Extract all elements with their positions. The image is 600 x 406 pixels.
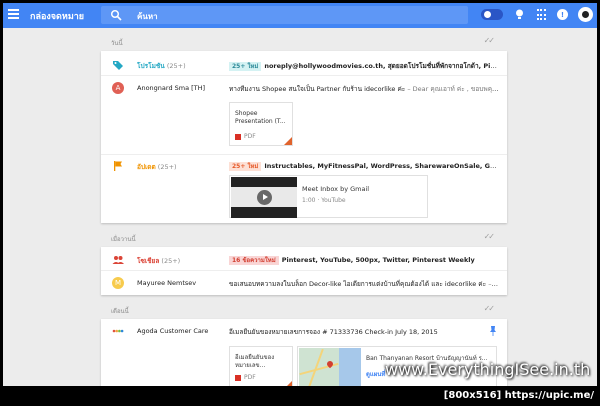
- count: (25+): [166, 62, 186, 70]
- done-all-icon[interactable]: ✓✓: [484, 304, 495, 313]
- notifications-icon[interactable]: !: [557, 9, 568, 20]
- bundle-card-today: โปรโมชัน (25+) 25+ ใหม่ noreply@hollywood…: [101, 51, 507, 223]
- account-avatar[interactable]: [578, 7, 593, 22]
- app-title: กล่องจดหมาย: [30, 12, 85, 22]
- inbox-window: กล่องจดหมาย ค้นหา ! วันนี้ ✓✓ โปรโมชัน (…: [3, 3, 597, 386]
- list-item-updates[interactable]: อัปเดต (25+) 25+ ใหม่ Instructables, MyFi…: [101, 155, 507, 223]
- snippet-preview: – Dear คุณเอาท์ ค่ะ , ขอบพคุณ สำห: [407, 85, 499, 93]
- avatar: A: [112, 82, 124, 94]
- video-meta: 1:00 · YouTube: [302, 197, 346, 204]
- attachment-title: อีเมลยืนยันของหมายเลข...: [235, 354, 275, 369]
- video-title: Meet Inbox by Gmail: [302, 185, 370, 193]
- pinned-toggle[interactable]: [481, 9, 503, 20]
- image-footer-bar: [800x516] https://upic.me/: [0, 387, 600, 406]
- new-badge: 16 ข้อความใหม่: [229, 256, 279, 265]
- apps-grid-icon[interactable]: [535, 9, 547, 21]
- people-icon: [112, 256, 124, 264]
- map-link[interactable]: ดูแผนที่: [366, 369, 385, 379]
- attachment-chip[interactable]: อีเมลยืนยันของหมายเลข... PDF: [229, 346, 293, 386]
- done-all-icon[interactable]: ✓✓: [484, 36, 495, 45]
- sender-name: อัปเดต: [137, 163, 156, 171]
- tag-icon: [113, 61, 123, 70]
- bundle-card-yesterday: โซเชียล (25+) 16 ข้อความใหม่ Pinterest, Y…: [101, 247, 507, 295]
- search-input[interactable]: ค้นหา: [101, 6, 468, 24]
- sender-name: Agoda Customer Care: [137, 327, 209, 335]
- agoda-logo-icon: [112, 329, 124, 333]
- snippet-text: Pinterest, YouTube, 500px, Twitter, Pint…: [281, 256, 475, 264]
- sender-name: โปรโมชัน: [137, 62, 165, 70]
- page-fold-icon: [284, 381, 292, 386]
- sender-name: โซเชียล: [137, 257, 160, 265]
- sender-name: Mayuree Nemtsev: [137, 279, 197, 287]
- pdf-icon: [235, 374, 241, 381]
- new-badge: 25+ ใหม่: [229, 162, 262, 171]
- count: (25+): [157, 163, 177, 171]
- snippet-text: noreply@hollywoodmovies.co.th, สุดยอดโปร…: [264, 62, 499, 70]
- snippet-text: Instructables, MyFitnessPal, WordPress, …: [264, 162, 499, 170]
- attachment-type: PDF: [244, 133, 256, 140]
- done-all-icon[interactable]: ✓✓: [484, 232, 495, 241]
- new-badge: 25+ ใหม่: [229, 62, 262, 71]
- pin-icon[interactable]: [489, 326, 497, 336]
- sender-name: Anongnard Sma [TH]: [137, 84, 206, 92]
- video-thumbnail: [231, 177, 297, 218]
- count: (25+): [161, 257, 181, 265]
- section-header-yesterday: เมื่อวานนี้: [111, 236, 136, 243]
- map-thumbnail: [299, 348, 361, 386]
- snippet-text: ขอเสนอบทความลงในบล็อก Decor-like ไอเดียก…: [229, 280, 487, 288]
- section-header-today: วันนี้: [111, 40, 123, 47]
- page-fold-icon: [284, 137, 292, 145]
- search-icon: [110, 9, 122, 21]
- snippet-text: ทางทีมงาน Shopee สนใจเป็น Partner กับร้า…: [229, 85, 406, 93]
- snippet-text: อีเมลยืนยันของหมายเลขการจอง # 71333736 C…: [229, 328, 438, 336]
- menu-icon[interactable]: [8, 9, 19, 19]
- attachment-title: Shopee Presentation (T...: [235, 110, 286, 125]
- list-item-promotions[interactable]: โปรโมชัน (25+) 25+ ใหม่ noreply@hollywood…: [101, 54, 507, 76]
- snippet-preview: – สวัสดี: [488, 280, 499, 288]
- top-app-bar: กล่องจดหมาย ค้นหา !: [3, 3, 597, 28]
- play-icon[interactable]: [257, 190, 272, 205]
- pdf-icon: [235, 133, 241, 140]
- footer-text: [800x516] https://upic.me/: [443, 390, 594, 401]
- reminder-icon[interactable]: [513, 9, 525, 21]
- search-value: ค้นหา: [137, 12, 158, 21]
- list-item-social[interactable]: โซเชียล (25+) 16 ข้อความใหม่ Pinterest, Y…: [101, 249, 507, 271]
- attachment-chip[interactable]: Shopee Presentation (T... PDF: [229, 102, 293, 146]
- watermark-text: www.EverythingISee.in.th: [385, 360, 591, 379]
- avatar: M: [112, 277, 124, 289]
- attachment-type: PDF: [244, 374, 256, 381]
- video-attachment[interactable]: Meet Inbox by Gmail 1:00 · YouTube: [229, 175, 428, 218]
- section-header-this-month: เดือนนี้: [111, 308, 129, 315]
- list-item-anongnard[interactable]: A Anongnard Sma [TH] ทางทีมงาน Shopee สน…: [101, 77, 507, 155]
- flag-icon: [114, 161, 122, 171]
- list-item-mayuree[interactable]: M Mayuree Nemtsev ขอเสนอบทความลงในบล็อก …: [101, 272, 507, 294]
